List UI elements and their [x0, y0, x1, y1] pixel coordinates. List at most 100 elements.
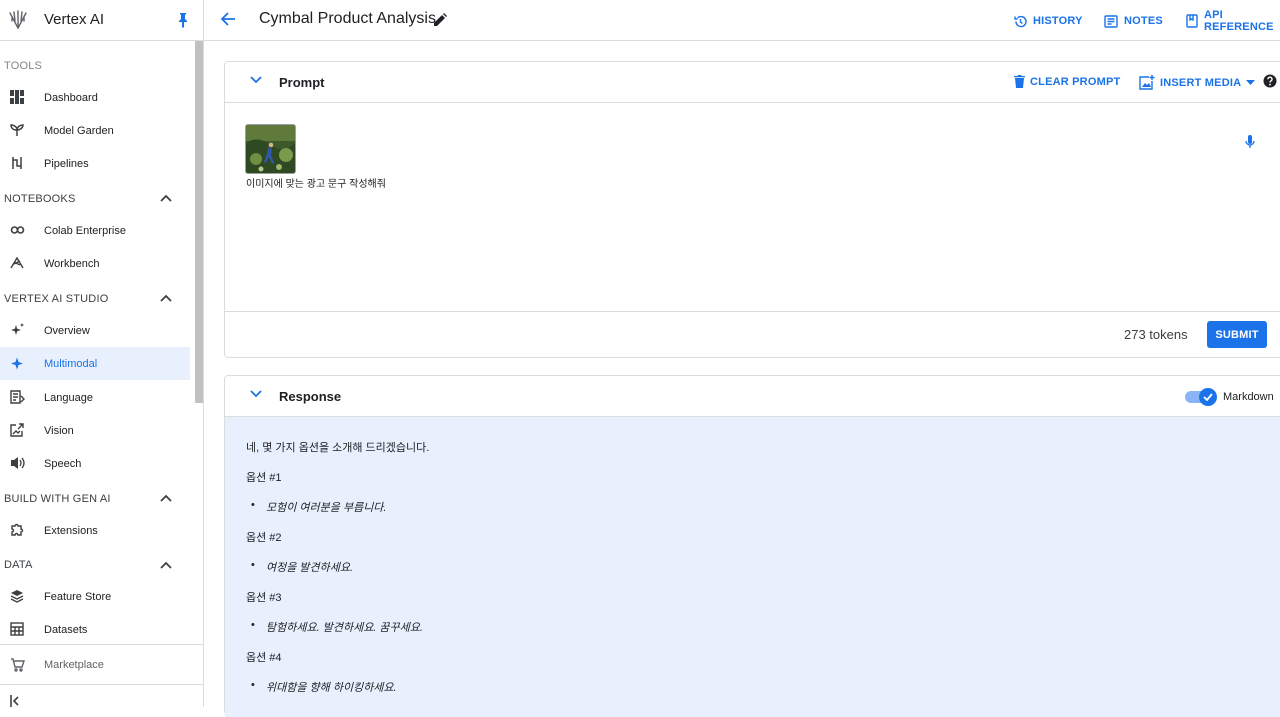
cart-icon: [10, 658, 25, 672]
language-icon: [10, 390, 25, 405]
sidebar-item-label: Language: [44, 391, 93, 404]
colab-icon: [10, 223, 25, 238]
history-label: HISTORY: [1033, 15, 1083, 27]
top-bar: Cymbal Product Analysis. HISTORY NOTES A…: [204, 0, 1280, 41]
prompt-card: Prompt CLEAR PROMPT INSERT MEDIA 이미지에 맞는…: [224, 61, 1280, 358]
history-icon: [1014, 15, 1027, 28]
sidebar-item-label: Workbench: [44, 257, 100, 270]
sidebar-item-speech[interactable]: Speech: [0, 447, 190, 480]
brand-header: Vertex AI: [0, 0, 204, 41]
dropdown-caret-icon: [1246, 80, 1256, 85]
markdown-toggle[interactable]: [1185, 388, 1217, 406]
markdown-label: Markdown: [1223, 391, 1274, 403]
sidebar-item-feature-store[interactable]: Feature Store: [0, 580, 190, 613]
clear-prompt-label: CLEAR PROMPT: [1030, 75, 1121, 88]
model-garden-icon: [10, 123, 25, 138]
submit-button[interactable]: SUBMIT: [1207, 321, 1267, 348]
vertex-ai-logo-icon: [8, 9, 28, 31]
sidebar-item-label: Colab Enterprise: [44, 224, 126, 237]
sidebar-item-label: Pipelines: [44, 157, 89, 170]
notes-link[interactable]: NOTES: [1104, 13, 1163, 29]
chevron-up-icon[interactable]: [160, 494, 172, 502]
option-text: 여정을 발견하세요.: [251, 559, 353, 575]
prompt-text[interactable]: 이미지에 맞는 광고 문구 작성해줘: [246, 175, 386, 190]
microphone-icon[interactable]: [1245, 135, 1255, 149]
sidebar-item-extensions[interactable]: Extensions: [0, 514, 190, 547]
history-link[interactable]: HISTORY: [1014, 13, 1083, 29]
table-icon: [10, 622, 25, 637]
sidebar-item-label: Extensions: [44, 524, 98, 537]
pipelines-icon: [10, 156, 25, 171]
back-arrow-icon[interactable]: [220, 11, 236, 27]
dashboard-icon: [10, 90, 25, 105]
pin-icon[interactable]: [176, 12, 190, 28]
sidebar-item-datasets[interactable]: Datasets: [0, 613, 190, 643]
sparkle-icon: [10, 323, 25, 338]
sidebar-item-overview[interactable]: Overview: [0, 314, 190, 347]
sidebar-item-label: Datasets: [44, 623, 88, 636]
sidebar-item-workbench[interactable]: Workbench: [0, 247, 190, 280]
prompt-title: Prompt: [279, 75, 325, 90]
brand-title: Vertex AI: [44, 11, 105, 28]
option-text: 위대함을 향해 하이킹하세요.: [251, 679, 397, 695]
response-title: Response: [279, 389, 342, 404]
prompt-header: Prompt CLEAR PROMPT INSERT MEDIA: [225, 62, 1280, 103]
response-header: Response Markdown: [225, 376, 1280, 417]
workbench-icon: [10, 256, 25, 271]
sidebar-item-label: Overview: [44, 324, 90, 337]
sidebar-item-label: Dashboard: [44, 91, 98, 104]
add-image-icon: [1139, 75, 1155, 90]
sidebar-item-multimodal[interactable]: Multimodal: [0, 347, 190, 380]
option-heading: 옵션 #1: [246, 472, 282, 484]
notes-label: NOTES: [1124, 15, 1163, 27]
vision-icon: [10, 423, 25, 438]
chevron-up-icon[interactable]: [160, 194, 172, 202]
sidebar-item-language[interactable]: Language: [0, 381, 190, 414]
insert-media-label: INSERT MEDIA: [1160, 76, 1242, 89]
trash-icon: [1014, 75, 1025, 88]
checkmark-icon: [1199, 388, 1217, 406]
api-reference-label: API REFERENCE: [1204, 9, 1274, 33]
sidebar-item-vision[interactable]: Vision: [0, 414, 190, 447]
collapse-sidebar-icon[interactable]: [10, 695, 22, 707]
response-body: 네, 몇 가지 옵션을 소개해 드리겠습니다. 옵션 #1 모험이 여러분을 부…: [225, 417, 1280, 717]
uploaded-image-thumbnail[interactable]: [245, 124, 296, 174]
insert-media-button[interactable]: INSERT MEDIA: [1139, 75, 1256, 90]
sidebar-item-label: Vision: [44, 424, 74, 437]
section-vertex-ai-studio: VERTEX AI STUDIO: [4, 293, 109, 305]
sidebar-item-label: Feature Store: [44, 590, 112, 603]
option-heading: 옵션 #4: [246, 652, 282, 664]
token-count: 273 tokens: [1124, 327, 1188, 342]
clear-prompt-button[interactable]: CLEAR PROMPT: [1014, 75, 1120, 88]
layers-icon: [10, 589, 25, 604]
section-notebooks: NOTEBOOKS: [4, 193, 76, 205]
sparkle-icon: [10, 356, 25, 371]
sidebar-item-dashboard[interactable]: Dashboard: [0, 81, 190, 114]
sidebar-item-colab-enterprise[interactable]: Colab Enterprise: [0, 214, 190, 247]
section-tools: TOOLS: [4, 60, 43, 72]
response-card: Response Markdown 네, 몇 가지 옵션을 소개해 드리겠습니다…: [224, 375, 1280, 717]
chevron-up-icon[interactable]: [160, 561, 172, 569]
sidebar-item-label: Marketplace: [44, 659, 104, 671]
chevron-down-icon[interactable]: [250, 390, 262, 398]
sidebar-item-model-garden[interactable]: Model Garden: [0, 114, 190, 147]
sidebar-nav: TOOLS Dashboard Model Garden Pipelines N…: [0, 41, 196, 643]
sidebar-item-marketplace[interactable]: Marketplace: [0, 644, 204, 685]
sidebar-item-pipelines[interactable]: Pipelines: [0, 147, 190, 180]
chevron-down-icon[interactable]: [250, 76, 262, 84]
sidebar-item-label: Model Garden: [44, 124, 114, 137]
notes-icon: [1104, 14, 1118, 28]
section-build-with-gen-ai: BUILD WITH GEN AI: [4, 493, 111, 505]
sidebar: Vertex AI TOOLS Dashboard Model Garden P…: [0, 0, 204, 707]
book-icon: [1186, 14, 1198, 28]
edit-pencil-icon[interactable]: [434, 13, 447, 26]
api-reference-link[interactable]: API REFERENCE: [1186, 9, 1280, 33]
page-title: Cymbal Product Analysis.: [259, 10, 441, 27]
response-intro: 네, 몇 가지 옵션을 소개해 드리겠습니다.: [246, 442, 430, 454]
speech-icon: [10, 456, 25, 471]
sidebar-scrollbar[interactable]: [195, 41, 203, 403]
option-heading: 옵션 #3: [246, 592, 282, 604]
help-icon[interactable]: [1263, 74, 1277, 88]
sidebar-item-label: Speech: [44, 457, 82, 470]
chevron-up-icon[interactable]: [160, 294, 172, 302]
